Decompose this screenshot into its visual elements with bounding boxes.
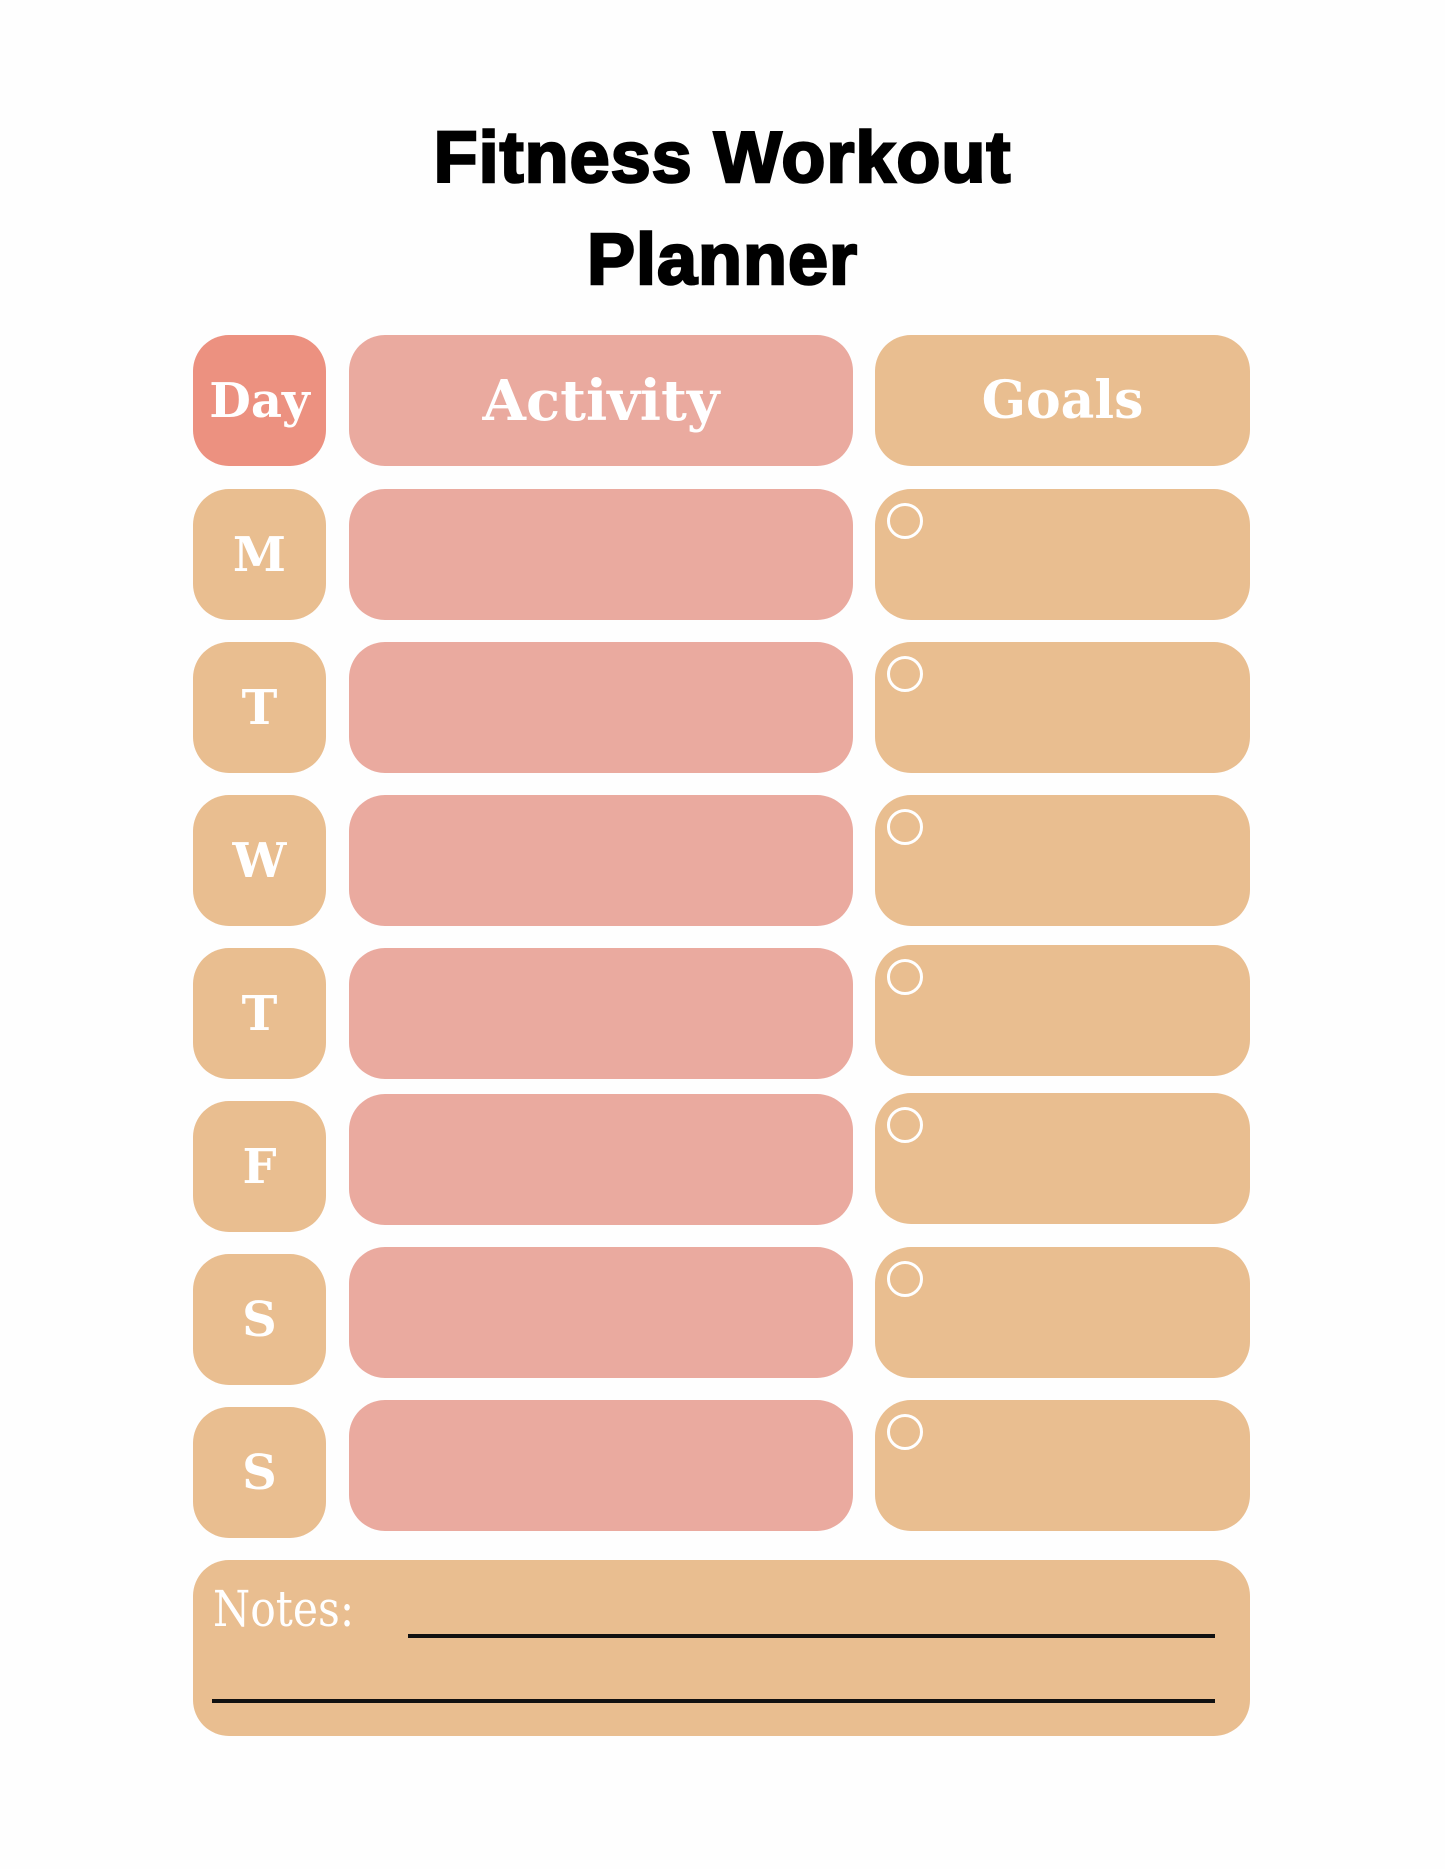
activity-field-sunday[interactable] (349, 1400, 853, 1531)
goal-checkbox-icon[interactable] (887, 1107, 923, 1143)
goal-field-tuesday[interactable] (875, 642, 1250, 773)
day-label-monday: M (193, 489, 326, 620)
day-label-wednesday: W (193, 795, 326, 926)
goal-checkbox-icon[interactable] (887, 809, 923, 845)
notes-line-1[interactable] (408, 1634, 1215, 1638)
day-column-header: Day (193, 335, 326, 466)
goal-checkbox-icon[interactable] (887, 503, 923, 539)
goal-field-saturday[interactable] (875, 1247, 1250, 1378)
activity-field-monday[interactable] (349, 489, 853, 620)
goal-field-thursday[interactable] (875, 945, 1250, 1076)
goal-field-sunday[interactable] (875, 1400, 1250, 1531)
goal-field-friday[interactable] (875, 1093, 1250, 1224)
notes-label: Notes: (213, 1580, 355, 1638)
day-label-friday: F (193, 1101, 326, 1232)
goal-field-monday[interactable] (875, 489, 1250, 620)
notes-line-2[interactable] (212, 1699, 1215, 1703)
goal-checkbox-icon[interactable] (887, 1261, 923, 1297)
activity-column-header: Activity (349, 335, 853, 466)
page-title-line-2: Planner (586, 219, 859, 302)
goal-checkbox-icon[interactable] (887, 656, 923, 692)
day-label-thursday: T (193, 948, 326, 1079)
day-label-saturday: S (193, 1254, 326, 1385)
activity-field-saturday[interactable] (349, 1247, 853, 1378)
page-title-line-1: Fitness Workout (432, 117, 1012, 200)
activity-field-wednesday[interactable] (349, 795, 853, 926)
activity-field-tuesday[interactable] (349, 642, 853, 773)
activity-field-thursday[interactable] (349, 948, 853, 1079)
day-label-tuesday: T (193, 642, 326, 773)
activity-field-friday[interactable] (349, 1094, 853, 1225)
goal-checkbox-icon[interactable] (887, 1414, 923, 1450)
goal-checkbox-icon[interactable] (887, 959, 923, 995)
day-label-sunday: S (193, 1407, 326, 1538)
goals-column-header: Goals (875, 335, 1250, 466)
notes-section[interactable]: Notes: (193, 1560, 1250, 1736)
goal-field-wednesday[interactable] (875, 795, 1250, 926)
